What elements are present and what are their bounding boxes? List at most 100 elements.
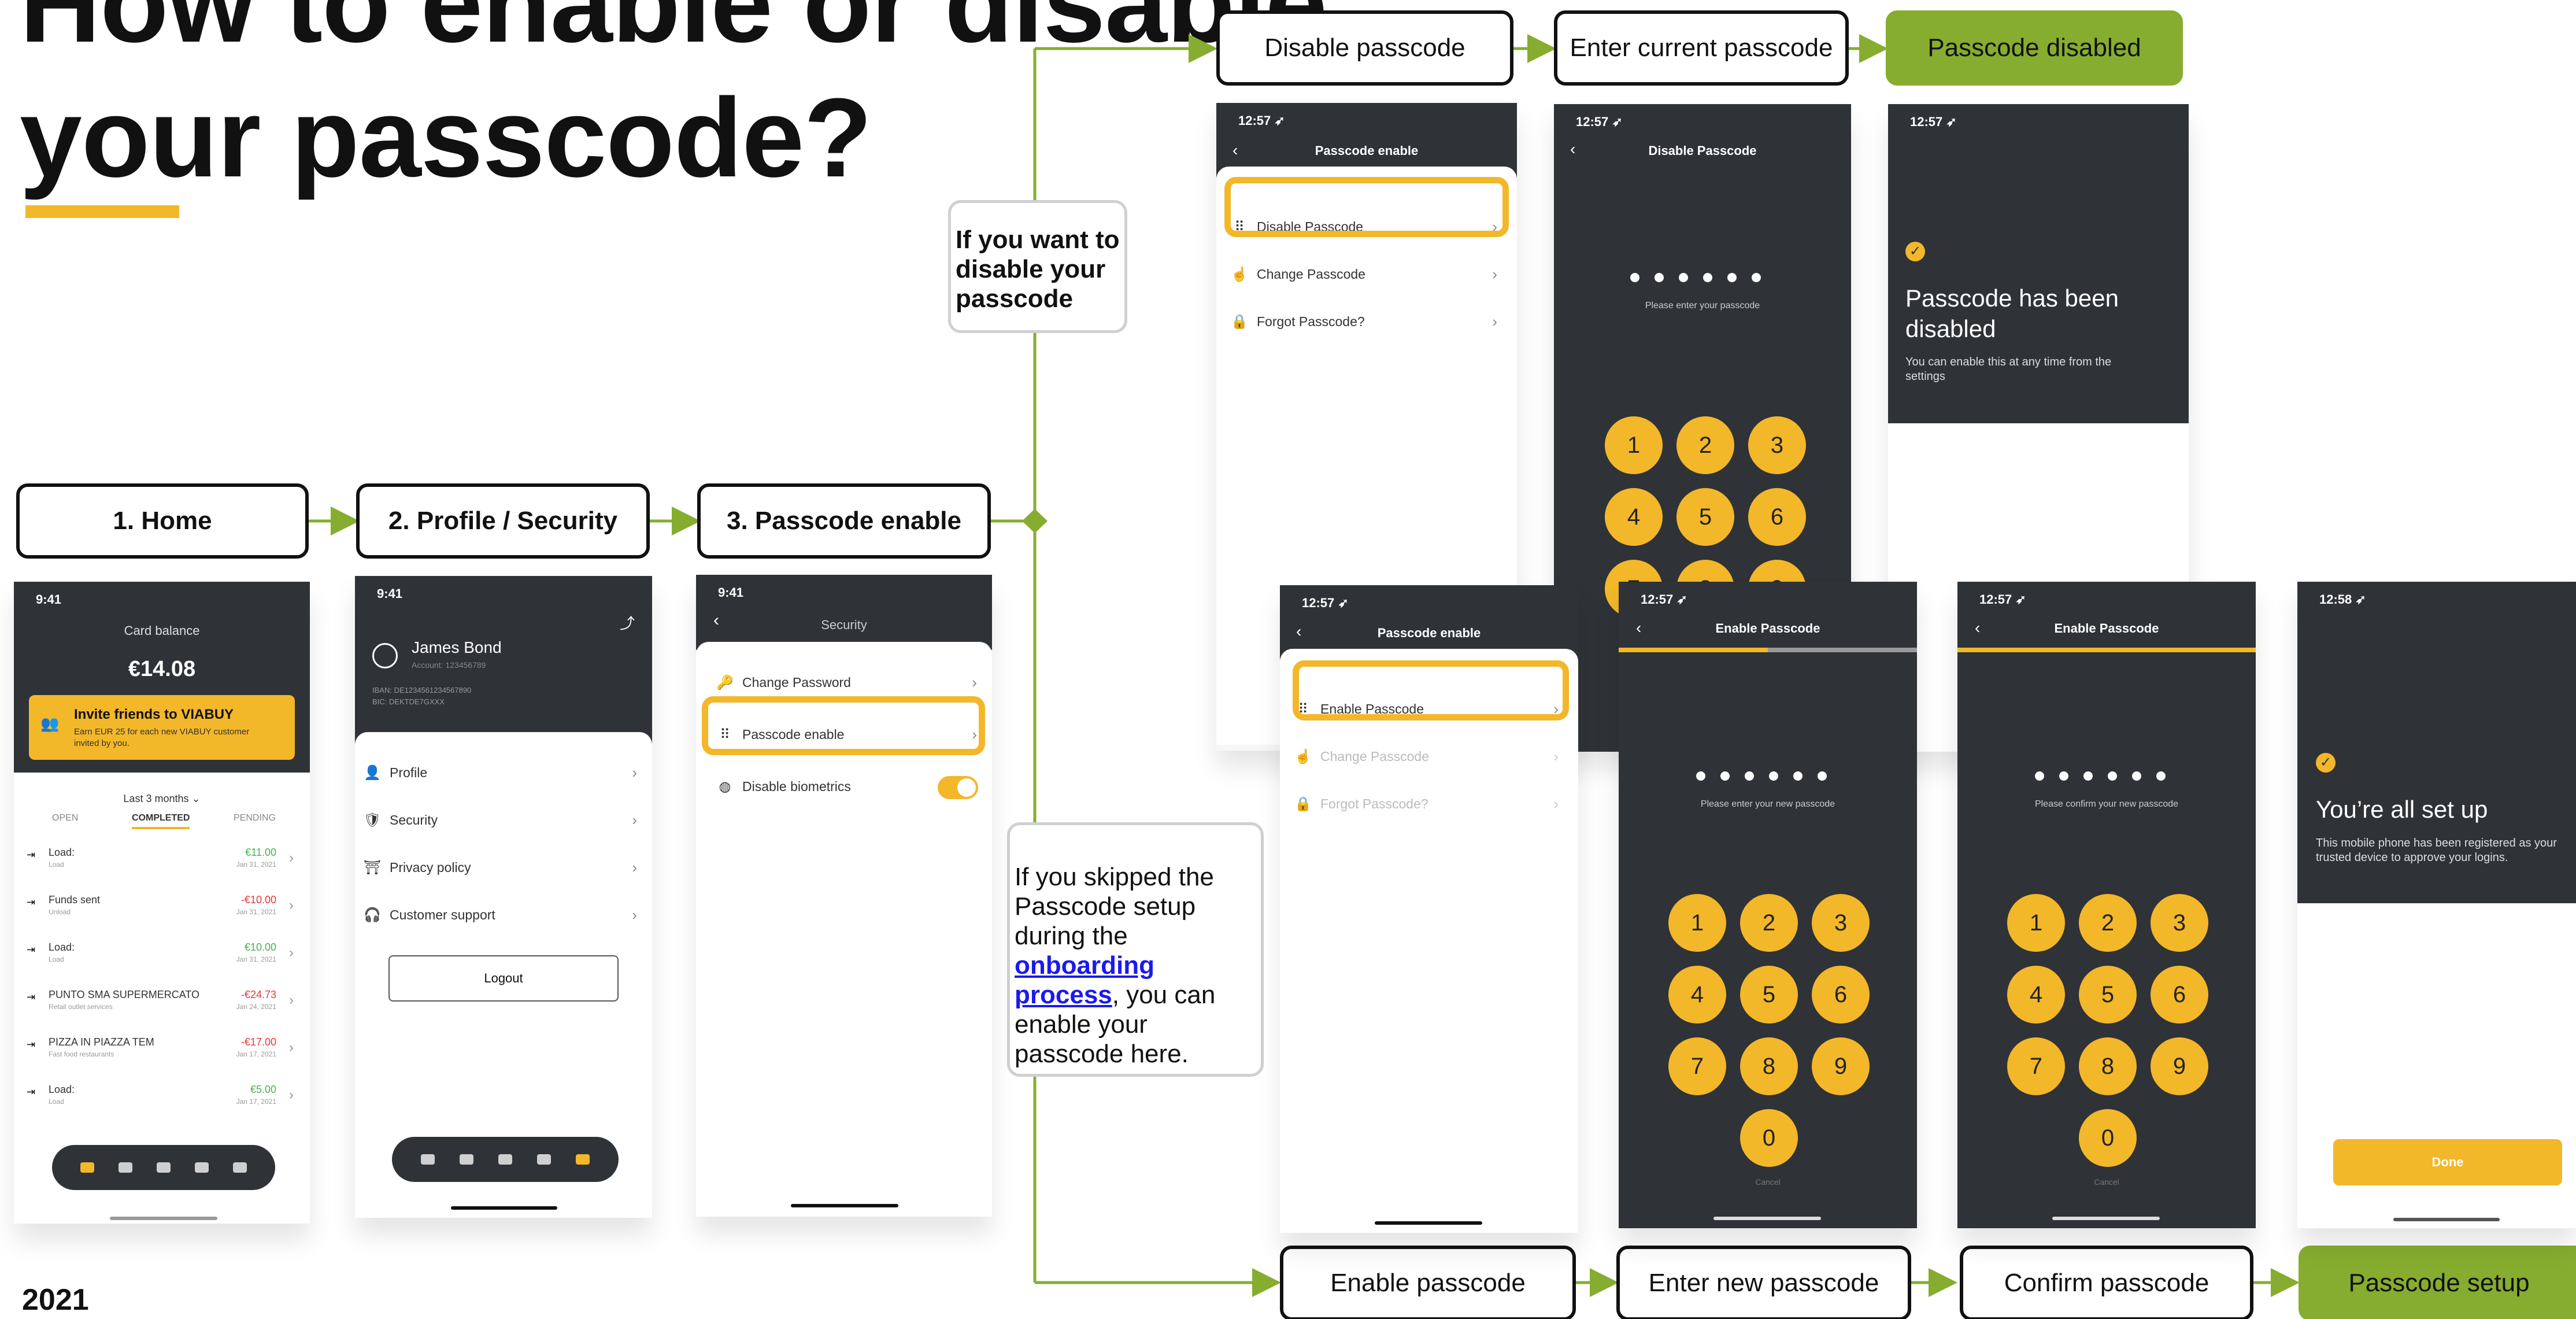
transaction-amount: €11.00 xyxy=(245,847,276,858)
transaction-name: Funds sent xyxy=(49,894,101,906)
key-4[interactable]: 4 xyxy=(1668,966,1726,1024)
chevron-right-icon: › xyxy=(289,897,294,913)
key-2[interactable]: 2 xyxy=(2079,894,2137,952)
key-3[interactable]: 3 xyxy=(2151,894,2208,952)
transaction-amount: €5.00 xyxy=(250,1084,276,1095)
user-icon[interactable] xyxy=(233,1162,247,1173)
cancel-button[interactable]: Cancel xyxy=(1957,1177,2256,1187)
status-time: 12:57 xyxy=(1910,114,1943,129)
status-bar: 9:41 xyxy=(355,576,652,605)
key-4[interactable]: 4 xyxy=(1605,488,1663,546)
status-time: 12:57 xyxy=(1302,596,1335,610)
key-2[interactable]: 2 xyxy=(1740,894,1798,952)
status-bar: 9:41 xyxy=(696,575,992,604)
key-9[interactable]: 9 xyxy=(1812,1037,1870,1095)
logout-button[interactable]: Logout xyxy=(388,955,619,1002)
transaction-sub: Retail outlet services xyxy=(49,1003,113,1011)
menu-privacy-policy[interactable]: ⛩ Privacy policy › xyxy=(355,844,652,891)
key-6[interactable]: 6 xyxy=(1748,488,1806,546)
transaction-row[interactable]: ⇥ PIZZA IN PIAZZA TEM Fast food restaurant… xyxy=(14,1032,310,1072)
menu-profile[interactable]: 👤 Profile › xyxy=(355,749,652,796)
menu-security-label: Security xyxy=(390,812,438,827)
progress-track xyxy=(1619,648,1917,652)
transaction-row[interactable]: ⇥ PUNTO SMA SUPERMERCATO Retail outlet ser… xyxy=(14,984,310,1025)
tab-pending[interactable]: PENDING xyxy=(234,813,276,823)
share-icon[interactable]: ⤴ xyxy=(620,612,635,633)
card-icon[interactable] xyxy=(537,1154,552,1165)
passcode-prompt: Please enter your passcode xyxy=(1645,301,1760,311)
menu-security[interactable]: 🛡 Security › xyxy=(355,797,652,843)
account-number: Account: 123456789 xyxy=(412,660,486,670)
key-0[interactable]: 0 xyxy=(2079,1109,2137,1167)
transaction-icon: ⇥ xyxy=(27,991,36,1003)
card-icon[interactable] xyxy=(195,1162,209,1173)
forgot-passcode-label: Forgot Passcode? xyxy=(1257,313,1365,329)
transaction-amount: -€10.00 xyxy=(240,894,276,906)
screen-enable-menu: 12:57 ➶ ‹ Passcode enable ⠿ Enable Passco… xyxy=(1280,585,1578,1233)
key-8[interactable]: 8 xyxy=(2079,1037,2137,1095)
key-3[interactable]: 3 xyxy=(1748,416,1806,474)
status-bar: 12:57 ➶ xyxy=(1238,113,1285,128)
step-enable-passcode: Enable passcode xyxy=(1280,1246,1576,1319)
transaction-row[interactable]: ⇥ Load: Load €11.00 Jan 31, 2021 › xyxy=(14,842,310,882)
key-5[interactable]: 5 xyxy=(1676,488,1734,546)
transaction-name: Load: xyxy=(49,941,75,953)
key-8[interactable]: 8 xyxy=(1740,1037,1798,1095)
menu-customer-support[interactable]: 🎧 Customer support › xyxy=(355,892,652,938)
key-6[interactable]: 6 xyxy=(2151,966,2208,1024)
pillar-icon: ⛩ xyxy=(363,859,382,875)
key-1[interactable]: 1 xyxy=(1668,894,1726,952)
menu-change-passcode[interactable]: ☝ Change Passcode › xyxy=(1222,251,1517,297)
home-icon[interactable] xyxy=(80,1162,94,1173)
menu-forgot-passcode[interactable]: 🔒 Forgot Passcode? › xyxy=(1222,298,1517,345)
transaction-row[interactable]: ⇥ Funds sent Unload -€10.00 Jan 31, 2021 › xyxy=(14,889,310,930)
key-7[interactable]: 7 xyxy=(2007,1037,2065,1095)
tab-completed[interactable]: COMPLETED xyxy=(132,813,190,829)
passcode-prompt: Please confirm your new passcode xyxy=(2034,799,2179,809)
menu-support-label: Customer support xyxy=(390,907,495,922)
inbox-icon[interactable] xyxy=(459,1154,473,1165)
home-icon[interactable] xyxy=(420,1154,435,1165)
user-icon[interactable] xyxy=(576,1154,590,1165)
transaction-name: PIZZA IN PIAZZA TEM xyxy=(49,1036,154,1048)
inbox-icon[interactable] xyxy=(119,1162,132,1173)
key-7[interactable]: 7 xyxy=(1668,1037,1726,1095)
key-3[interactable]: 3 xyxy=(1812,894,1870,952)
key-1[interactable]: 1 xyxy=(1605,416,1663,474)
key-5[interactable]: 5 xyxy=(1740,966,1798,1024)
transaction-row[interactable]: ⇥ Load: Load €5.00 Jan 17, 2021 › xyxy=(14,1079,310,1120)
key-6[interactable]: 6 xyxy=(1812,966,1870,1024)
transaction-row[interactable]: ⇥ Load: Load €10.00 Jan 31, 2021 › xyxy=(14,937,310,977)
cancel-button[interactable]: Cancel xyxy=(1619,1177,1917,1187)
chevron-right-icon: › xyxy=(632,858,637,876)
biometrics-toggle[interactable] xyxy=(938,776,978,799)
status-time: 12:57 xyxy=(1238,113,1271,128)
step-disable-passcode: Disable passcode xyxy=(1216,10,1513,86)
home-indicator xyxy=(2052,1217,2160,1220)
done-button[interactable]: Done xyxy=(2333,1139,2562,1185)
transfer-icon[interactable] xyxy=(157,1162,171,1173)
hand-icon: ☝ xyxy=(1294,748,1312,764)
invite-banner[interactable]: 👥 Invite friends to VIABUY Earn EUR 25 f… xyxy=(29,695,295,760)
chevron-right-icon: › xyxy=(972,673,977,691)
bottom-nav xyxy=(52,1145,275,1190)
key-4[interactable]: 4 xyxy=(2007,966,2065,1024)
setup-heading: You’re all set up xyxy=(2316,796,2488,823)
key-2[interactable]: 2 xyxy=(1676,416,1734,474)
chevron-right-icon: › xyxy=(632,906,637,923)
key-5[interactable]: 5 xyxy=(2079,966,2137,1024)
invite-title: Invite friends to VIABUY xyxy=(74,707,234,722)
status-bar: 12:57 ➶ xyxy=(1910,114,1957,129)
key-9[interactable]: 9 xyxy=(2151,1037,2208,1095)
disabled-text: You can enable this at any time from the… xyxy=(1905,356,2112,383)
filter-dropdown[interactable]: Last 3 months ⌄ xyxy=(14,793,310,805)
key-0[interactable]: 0 xyxy=(1740,1109,1798,1167)
transfer-icon[interactable] xyxy=(498,1154,512,1165)
key-1[interactable]: 1 xyxy=(2007,894,2065,952)
status-time: 12:57 xyxy=(1641,592,1674,607)
note-disable: If you want to disable your passcode xyxy=(948,200,1127,333)
tab-open[interactable]: OPEN xyxy=(52,813,78,823)
transaction-icon: ⇥ xyxy=(27,944,36,955)
iban: IBAN: DE1234561234567890 xyxy=(372,686,472,694)
transaction-date: Jan 31, 2021 xyxy=(236,955,276,963)
